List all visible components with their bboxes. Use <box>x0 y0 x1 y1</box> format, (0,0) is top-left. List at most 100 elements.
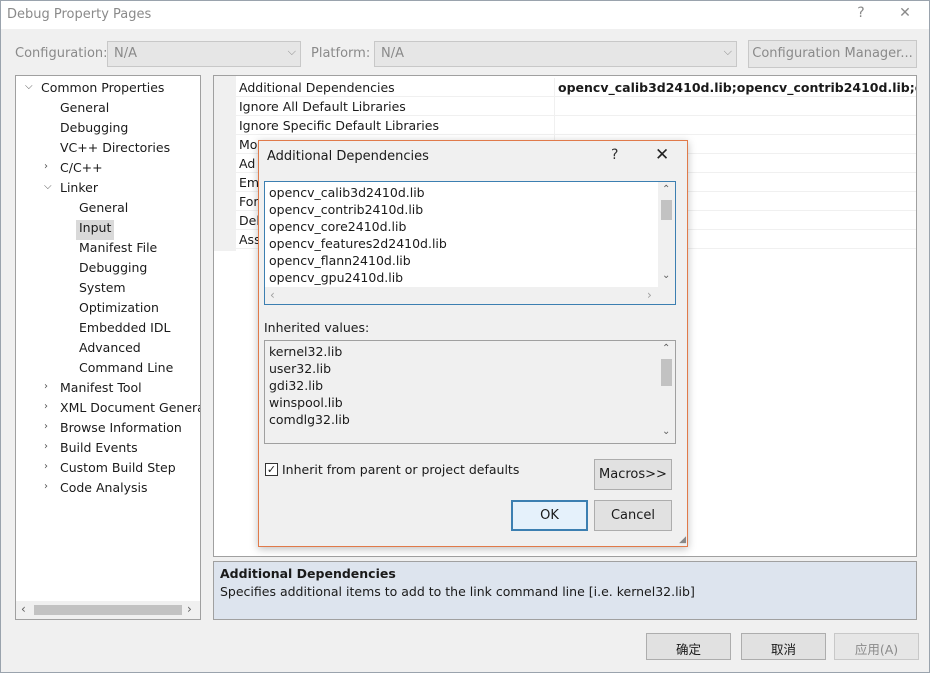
tree-item-linker-debugging[interactable]: Debugging <box>79 260 147 280</box>
inherited-values-label: Inherited values: <box>264 320 370 335</box>
tree-item-label: General <box>79 200 129 215</box>
scroll-left-icon[interactable]: ‹ <box>21 602 26 616</box>
tree-item-c-cpp[interactable]: › C/C++ <box>44 160 103 180</box>
dependencies-editor[interactable]: opencv_calib3d2410d.lib opencv_contrib24… <box>264 181 676 305</box>
close-icon[interactable]: ✕ <box>655 145 669 165</box>
additional-dependencies-dialog: Additional Dependencies ? ✕ opencv_calib… <box>258 140 688 547</box>
tree-item-vc-directories[interactable]: VC++ Directories <box>60 140 170 160</box>
inherited-values-list[interactable]: kernel32.lib user32.lib gdi32.lib winspo… <box>264 340 676 444</box>
list-item[interactable]: opencv_calib3d2410d.lib <box>269 185 425 200</box>
tree-item-linker-input[interactable]: Input <box>76 220 115 240</box>
tree-horizontal-scrollbar[interactable]: ‹ › <box>16 601 200 619</box>
tree-item-label: Manifest File <box>79 240 158 255</box>
tree-item-embedded-idl[interactable]: Embedded IDL <box>79 320 170 340</box>
chevron-right-icon[interactable]: › <box>44 421 56 432</box>
property-value[interactable] <box>554 97 916 116</box>
tree-item-label: Linker <box>60 180 98 195</box>
tree-item-label: XML Document Generat <box>60 400 201 415</box>
grid-row[interactable]: Ignore All Default Libraries <box>214 97 916 116</box>
ok-button[interactable]: 确定 <box>646 633 731 660</box>
grid-row[interactable]: Additional Dependencies opencv_calib3d24… <box>214 78 916 97</box>
close-icon[interactable]: ✕ <box>893 5 917 25</box>
chevron-right-icon[interactable]: › <box>44 161 56 172</box>
chevron-down-icon: ⌵ <box>723 45 732 58</box>
list-item[interactable]: opencv_contrib2410d.lib <box>269 202 423 217</box>
tree-item-label: Input <box>79 220 112 235</box>
scrollbar-thumb[interactable] <box>661 359 672 386</box>
apply-button[interactable]: 应用(A) <box>834 633 919 660</box>
editor-vertical-scrollbar[interactable]: ⌃ ⌄ <box>658 182 675 287</box>
help-icon[interactable]: ? <box>611 147 618 163</box>
tree-item-label: Advanced <box>79 340 141 355</box>
chevron-down-icon[interactable]: ⌵ <box>44 181 56 192</box>
help-icon[interactable]: ? <box>849 5 873 25</box>
inherited-vertical-scrollbar[interactable]: ⌃ ⌄ <box>658 341 675 443</box>
chevron-right-icon[interactable]: › <box>44 481 56 492</box>
chevron-right-icon[interactable]: › <box>44 461 56 472</box>
platform-label: Platform: <box>311 46 371 61</box>
list-item[interactable]: opencv_gpu2410d.lib <box>269 270 403 285</box>
tree-item-common-properties[interactable]: ⌵ Common Properties <box>25 80 165 100</box>
scroll-up-icon[interactable]: ⌃ <box>662 184 670 195</box>
configuration-select[interactable]: N/A ⌵ <box>107 41 301 67</box>
editor-horizontal-scrollbar[interactable]: ‹ › <box>265 287 675 304</box>
scroll-right-icon[interactable]: › <box>187 602 192 616</box>
tree-item-build-events[interactable]: › Build Events <box>44 440 138 460</box>
dialog-ok-button[interactable]: OK <box>511 500 588 531</box>
inherit-checkbox-label[interactable]: Inherit from parent or project defaults <box>282 462 519 477</box>
tree-item-label: C/C++ <box>60 160 103 175</box>
tree-item-command-line[interactable]: Command Line <box>79 360 173 380</box>
tree-item-label: Debugging <box>60 120 129 135</box>
list-item: user32.lib <box>269 361 332 376</box>
tree-item-label: Debugging <box>79 260 148 275</box>
tree-item-label: Common Properties <box>41 80 165 95</box>
scroll-left-icon[interactable]: ‹ <box>270 288 275 302</box>
tree-item-optimization[interactable]: Optimization <box>79 300 159 320</box>
dialog-title: Additional Dependencies <box>267 149 429 164</box>
tree-item-xml-document-generator[interactable]: › XML Document Generat <box>44 400 201 420</box>
tree-item-manifest-tool[interactable]: › Manifest Tool <box>44 380 142 400</box>
tree-item-browse-information[interactable]: › Browse Information <box>44 420 182 440</box>
chevron-right-icon[interactable]: › <box>44 381 56 392</box>
property-value[interactable] <box>554 116 916 135</box>
chevron-right-icon[interactable]: › <box>44 401 56 412</box>
tree-item-linker[interactable]: ⌵ Linker <box>44 180 98 200</box>
grid-row[interactable]: Ignore Specific Default Libraries <box>214 116 916 135</box>
scrollbar-thumb[interactable] <box>661 200 672 220</box>
platform-select[interactable]: N/A ⌵ <box>374 41 737 67</box>
tree-item-label: VC++ Directories <box>60 140 171 155</box>
title-bar: Debug Property Pages ? ✕ <box>1 1 929 29</box>
resize-grip-icon[interactable]: ◢ <box>679 535 686 545</box>
scroll-down-icon[interactable]: ⌄ <box>662 270 670 281</box>
scrollbar-thumb[interactable] <box>34 605 182 615</box>
scroll-right-icon[interactable]: › <box>647 288 652 302</box>
tree-item-label: Embedded IDL <box>79 320 171 335</box>
list-item[interactable]: opencv_core2410d.lib <box>269 219 406 234</box>
tree-item-general[interactable]: General <box>60 100 109 120</box>
list-item: gdi32.lib <box>269 378 324 393</box>
cancel-button[interactable]: 取消 <box>741 633 826 660</box>
configuration-manager-button[interactable]: Configuration Manager... <box>748 40 917 68</box>
tree-item-label: Browse Information <box>60 420 182 435</box>
window-title: Debug Property Pages <box>7 7 152 22</box>
list-item[interactable]: opencv_features2d2410d.lib <box>269 236 447 251</box>
scroll-up-icon[interactable]: ⌃ <box>662 343 670 354</box>
inherit-checkbox[interactable]: ✓ <box>265 463 278 476</box>
tree-item-advanced[interactable]: Advanced <box>79 340 141 360</box>
tree-item-code-analysis[interactable]: › Code Analysis <box>44 480 147 500</box>
tree-item-debugging[interactable]: Debugging <box>60 120 128 140</box>
list-item[interactable]: opencv_flann2410d.lib <box>269 253 411 268</box>
tree-item-custom-build-step[interactable]: › Custom Build Step <box>44 460 176 480</box>
chevron-down-icon[interactable]: ⌵ <box>25 81 37 92</box>
tree-item-system[interactable]: System <box>79 280 126 300</box>
property-value[interactable]: opencv_calib3d2410d.lib;opencv_contrib24… <box>554 78 916 97</box>
macros-button[interactable]: Macros>> <box>594 459 672 490</box>
dialog-cancel-button[interactable]: Cancel <box>594 500 672 531</box>
scroll-down-icon[interactable]: ⌄ <box>662 426 670 437</box>
property-tree: ⌵ Common Properties General Debugging VC… <box>15 75 201 620</box>
property-name: Additional Dependencies <box>239 80 395 95</box>
checkmark-icon: ✓ <box>266 463 277 476</box>
tree-item-manifest-file[interactable]: Manifest File <box>79 240 157 260</box>
tree-item-linker-general[interactable]: General <box>79 200 128 220</box>
chevron-right-icon[interactable]: › <box>44 441 56 452</box>
